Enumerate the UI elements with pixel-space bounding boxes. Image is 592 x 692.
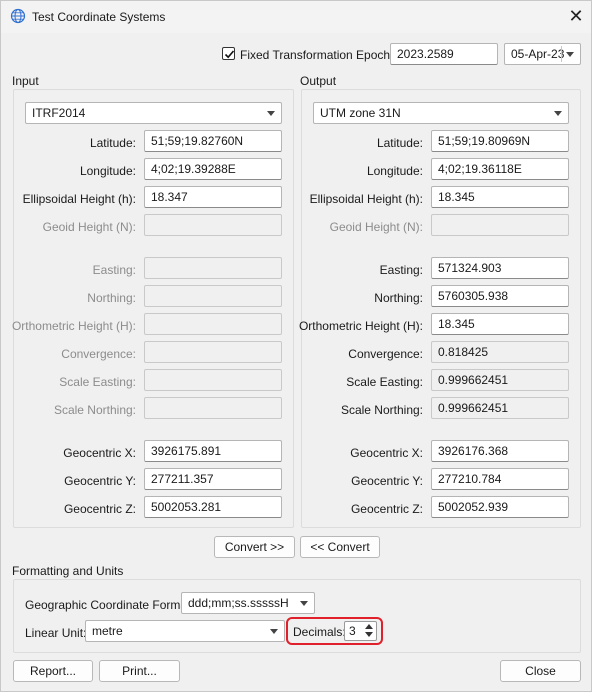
globe-icon [10,8,26,24]
input-northing-field [144,285,282,307]
input-scale-northing-field [144,397,282,419]
output-ellipsoidal-height-label: Ellipsoidal Height (h): [309,192,423,206]
decimals-spinbox[interactable]: 3 [344,621,377,641]
output-longitude-label: Longitude: [366,164,423,178]
convert-forward-button[interactable]: Convert >> [214,536,295,558]
geo-format-label: Geographic Coordinate Format: [25,598,194,612]
linear-unit-value: metre [92,624,123,638]
decimals-value: 3 [349,624,356,638]
input-group [13,89,294,528]
output-convergence-label: Convergence: [348,347,423,361]
chevron-down-icon [566,52,574,57]
input-easting-label: Easting: [92,263,136,277]
chevron-down-icon [365,632,373,637]
decimals-label: Decimals: [293,625,346,639]
chevron-down-icon [300,601,308,606]
input-orthometric-height-label: Orthometric Height (H): [11,319,136,333]
output-group-title: Output [300,74,337,88]
input-convergence-field [144,341,282,363]
epoch-input[interactable]: 2023.2589 [390,43,498,65]
output-orthometric-height-field[interactable]: 18.345 [431,313,569,335]
formatting-group-title: Formatting and Units [12,564,124,578]
print-button[interactable]: Print... [99,660,180,682]
output-orthometric-height-label: Orthometric Height (H): [298,319,423,333]
input-easting-field [144,257,282,279]
output-scale-easting-label: Scale Easting: [346,375,423,389]
output-geocentric-z-label: Geocentric Z: [350,502,423,516]
epoch-date-picker[interactable]: 05-Apr-23 [504,43,581,65]
output-geocentric-x-label: Geocentric X: [350,446,423,460]
spin-up-button[interactable] [363,623,375,631]
output-ellipsoidal-height-field[interactable]: 18.345 [431,186,569,208]
window-title: Test Coordinate Systems [32,10,166,24]
output-northing-field[interactable]: 5760305.938 [431,285,569,307]
close-icon[interactable]: ✕ [562,3,590,31]
input-geocentric-y-label: Geocentric Y: [64,474,136,488]
input-longitude-field[interactable]: 4;02;19.39288E [144,158,282,180]
input-ellipsoidal-height-label: Ellipsoidal Height (h): [22,192,136,206]
input-northing-label: Northing: [87,291,136,305]
output-easting-field[interactable]: 571324.903 [431,257,569,279]
geo-format-value: ddd;mm;ss.sssssH [188,596,289,610]
close-button[interactable]: Close [500,660,581,682]
output-convergence-field: 0.818425 [431,341,569,363]
linear-unit-label: Linear Unit: [25,626,87,640]
input-geocentric-y-field[interactable]: 277211.357 [144,468,282,490]
output-system-value: UTM zone 31N [320,106,401,120]
output-geocentric-y-field[interactable]: 277210.784 [431,468,569,490]
convert-backward-button[interactable]: << Convert [300,536,380,558]
spin-buttons [363,623,375,639]
output-latitude-label: Latitude: [376,136,423,150]
input-longitude-label: Longitude: [79,164,136,178]
input-scale-easting-field [144,369,282,391]
output-geocentric-y-label: Geocentric Y: [351,474,423,488]
fixed-epoch-checkbox[interactable] [222,47,235,60]
chevron-down-icon [554,111,562,116]
spin-down-button[interactable] [363,631,375,639]
geo-format-select[interactable]: ddd;mm;ss.sssssH [181,592,315,614]
output-easting-label: Easting: [379,263,423,277]
output-geoid-height-label: Geoid Height (N): [329,220,423,234]
input-ellipsoidal-height-field[interactable]: 18.347 [144,186,282,208]
output-northing-label: Northing: [374,291,423,305]
output-latitude-field[interactable]: 51;59;19.80969N [431,130,569,152]
dialog-window: Test Coordinate Systems ✕ Fixed Transfor… [0,0,592,692]
input-geocentric-z-label: Geocentric Z: [63,502,136,516]
chevron-down-icon [270,629,278,634]
output-geoid-height-field [431,214,569,236]
chevron-up-icon [365,624,373,629]
input-geocentric-z-field[interactable]: 5002053.281 [144,496,282,518]
linear-unit-select[interactable]: metre [85,620,285,642]
output-group [301,89,581,528]
report-button[interactable]: Report... [13,660,93,682]
chevron-down-icon [267,111,275,116]
output-geocentric-x-field[interactable]: 3926176.368 [431,440,569,462]
input-system-select[interactable]: ITRF2014 [25,102,282,124]
output-scale-northing-label: Scale Northing: [340,403,423,417]
input-convergence-label: Convergence: [61,347,136,361]
output-scale-easting-field: 0.999662451 [431,369,569,391]
input-system-value: ITRF2014 [32,106,86,120]
input-scale-easting-label: Scale Easting: [59,375,136,389]
input-group-title: Input [12,74,39,88]
input-scale-northing-label: Scale Northing: [53,403,136,417]
output-longitude-field[interactable]: 4;02;19.36118E [431,158,569,180]
title-bar: Test Coordinate Systems ✕ [1,1,591,33]
input-geoid-height-field [144,214,282,236]
input-latitude-label: Latitude: [89,136,136,150]
input-orthometric-height-field [144,313,282,335]
output-scale-northing-field: 0.999662451 [431,397,569,419]
fixed-epoch-label: Fixed Transformation Epoch: [240,48,394,62]
input-geocentric-x-field[interactable]: 3926175.891 [144,440,282,462]
input-latitude-field[interactable]: 51;59;19.82760N [144,130,282,152]
input-geoid-height-label: Geoid Height (N): [42,220,136,234]
output-system-select[interactable]: UTM zone 31N [313,102,569,124]
combo-divider [561,46,562,62]
input-geocentric-x-label: Geocentric X: [63,446,136,460]
output-geocentric-z-field[interactable]: 5002052.939 [431,496,569,518]
epoch-date-value: 05-Apr-23 [511,47,565,61]
